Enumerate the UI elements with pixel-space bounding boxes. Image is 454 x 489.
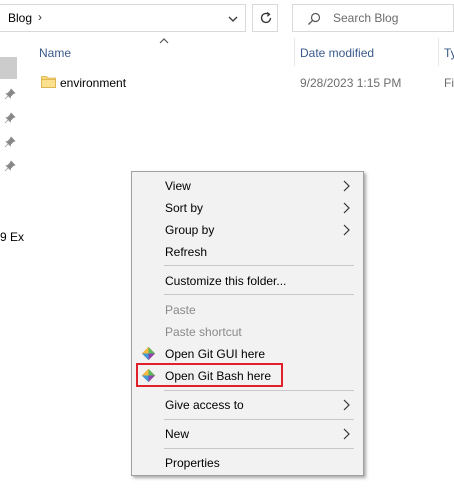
chevron-right-icon: [343, 428, 350, 440]
menu-item-paste[interactable]: Paste: [132, 299, 363, 321]
menu-item-label: Properties: [165, 456, 220, 470]
pin-icon: [4, 88, 16, 100]
menu-item-new[interactable]: New: [132, 423, 363, 445]
menu-item-give-access[interactable]: Give access to: [132, 394, 363, 416]
menu-item-view[interactable]: View: [132, 175, 363, 197]
nav-selected-item[interactable]: [0, 57, 17, 79]
menu-item-group-by[interactable]: Group by: [132, 219, 363, 241]
git-icon: [142, 347, 155, 360]
column-header-date-modified[interactable]: Date modified: [300, 46, 374, 60]
menu-item-label: Paste shortcut: [165, 325, 242, 339]
menu-item-label: Group by: [165, 223, 215, 237]
folder-icon: [41, 76, 56, 88]
pin-icon: [4, 136, 16, 148]
file-type: Fi: [444, 76, 454, 90]
sort-ascending-icon: [159, 38, 169, 44]
chevron-right-icon: [343, 202, 350, 214]
search-box[interactable]: Search Blog: [292, 4, 454, 32]
menu-item-label: Open Git GUI here: [165, 347, 266, 361]
chevron-down-icon[interactable]: [228, 14, 238, 24]
menu-separator: [164, 265, 354, 266]
search-icon: [308, 12, 321, 25]
git-icon: [142, 369, 155, 382]
menu-separator: [164, 448, 354, 449]
breadcrumb-blog[interactable]: Blog: [8, 11, 32, 25]
address-bar[interactable]: Blog ›: [0, 4, 246, 32]
menu-item-label: Give access to: [165, 398, 244, 412]
chevron-right-icon: [343, 180, 350, 192]
menu-item-paste-shortcut[interactable]: Paste shortcut: [132, 321, 363, 343]
chevron-right-icon: [343, 399, 350, 411]
column-divider[interactable]: [294, 38, 295, 66]
pin-icon: [4, 160, 16, 172]
column-divider[interactable]: [438, 38, 439, 66]
search-input[interactable]: Search Blog: [333, 11, 398, 25]
refresh-button[interactable]: [252, 4, 278, 32]
menu-separator: [164, 390, 354, 391]
menu-item-label: View: [165, 179, 191, 193]
menu-item-refresh[interactable]: Refresh: [132, 241, 363, 263]
pin-icon: [4, 112, 16, 124]
chevron-right-icon: [343, 224, 350, 236]
menu-item-customize-folder[interactable]: Customize this folder...: [132, 270, 363, 292]
menu-separator: [164, 294, 354, 295]
menu-item-label: Open Git Bash here: [165, 369, 272, 383]
menu-item-open-git-gui[interactable]: Open Git GUI here: [132, 343, 363, 365]
menu-item-properties[interactable]: Properties: [132, 452, 363, 474]
menu-item-label: New: [165, 427, 190, 441]
menu-item-open-git-bash[interactable]: Open Git Bash here: [132, 365, 363, 387]
context-menu: View Sort by Group by Refresh Customize …: [131, 171, 364, 476]
column-header-name[interactable]: Name: [39, 46, 71, 60]
refresh-icon: [260, 11, 272, 24]
menu-item-label: Refresh: [165, 245, 208, 259]
nav-item-label[interactable]: 9 Ex: [0, 230, 24, 244]
menu-separator: [164, 419, 354, 420]
file-name[interactable]: environment: [60, 76, 126, 90]
file-date-modified: 9/28/2023 1:15 PM: [300, 76, 402, 90]
breadcrumb-chevron-icon[interactable]: ›: [38, 10, 42, 24]
menu-item-label: Sort by: [165, 201, 204, 215]
column-header-type[interactable]: Ty: [444, 46, 454, 60]
menu-item-sort-by[interactable]: Sort by: [132, 197, 363, 219]
menu-item-label: Paste: [165, 303, 196, 317]
menu-item-label: Customize this folder...: [165, 274, 287, 288]
